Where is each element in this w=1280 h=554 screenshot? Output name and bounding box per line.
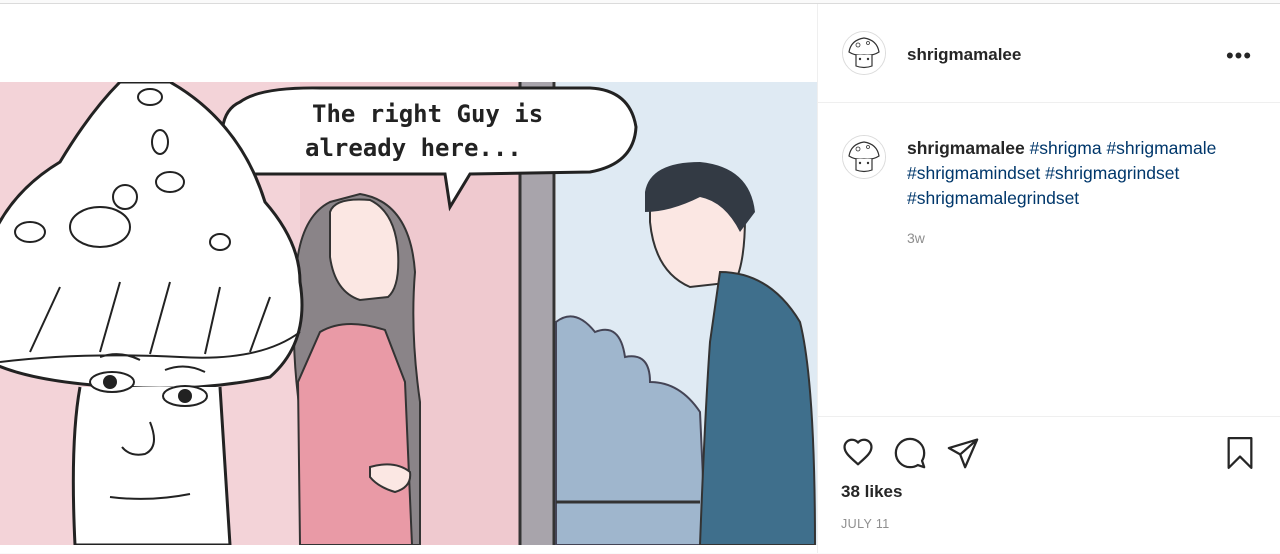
shrigma-mushroom-avatar-icon <box>843 32 885 74</box>
like-button[interactable] <box>838 433 878 473</box>
heart-icon <box>843 438 873 466</box>
like-count[interactable]: 38 likes <box>841 482 902 502</box>
avatar[interactable] <box>842 31 886 75</box>
paper-plane-icon <box>947 438 979 469</box>
share-button[interactable] <box>943 433 983 473</box>
hashtag-link[interactable]: #shrigma <box>1030 138 1102 158</box>
shrigma-mushroom-avatar-icon <box>843 136 885 178</box>
post-caption: shrigmamalee #shrigma #shrigmamale #shri… <box>907 136 1267 211</box>
bookmark-icon <box>1227 436 1253 470</box>
post-media[interactable]: The right Guy is already here... <box>0 4 817 553</box>
hashtag-link[interactable]: #shrigmamindset <box>907 163 1040 183</box>
caption-username[interactable]: shrigmamalee <box>907 138 1025 158</box>
post-date[interactable]: JULY 11 <box>841 517 890 531</box>
comic-image: The right Guy is already here... <box>0 82 817 545</box>
post-sidebar: shrigmamalee ••• shrigmamalee #shrigma #… <box>817 4 1280 553</box>
speech-bubble-line1: The right Guy is <box>312 100 543 128</box>
header-username[interactable]: shrigmamalee <box>907 45 1021 65</box>
comment-button[interactable] <box>890 433 930 473</box>
post-header: shrigmamalee ••• <box>818 4 1280 103</box>
post-actions: 38 likes JULY 11 <box>818 416 1280 554</box>
speech-bubble-line2: already here... <box>305 134 522 162</box>
hashtag-link[interactable]: #shrigmamale <box>1106 138 1216 158</box>
hashtag-link[interactable]: #shrigmagrindset <box>1045 163 1179 183</box>
hashtag-link[interactable]: #shrigmamalegrindset <box>907 188 1079 208</box>
more-options-icon: ••• <box>1225 43 1253 68</box>
save-button[interactable] <box>1220 433 1260 473</box>
instagram-post: The right Guy is already here... shrigma… <box>0 3 1280 553</box>
comment-bubble-icon <box>894 437 926 469</box>
time-ago[interactable]: 3w <box>907 230 925 246</box>
caption-avatar[interactable] <box>842 135 886 179</box>
more-options-button[interactable]: ••• <box>1223 40 1255 72</box>
